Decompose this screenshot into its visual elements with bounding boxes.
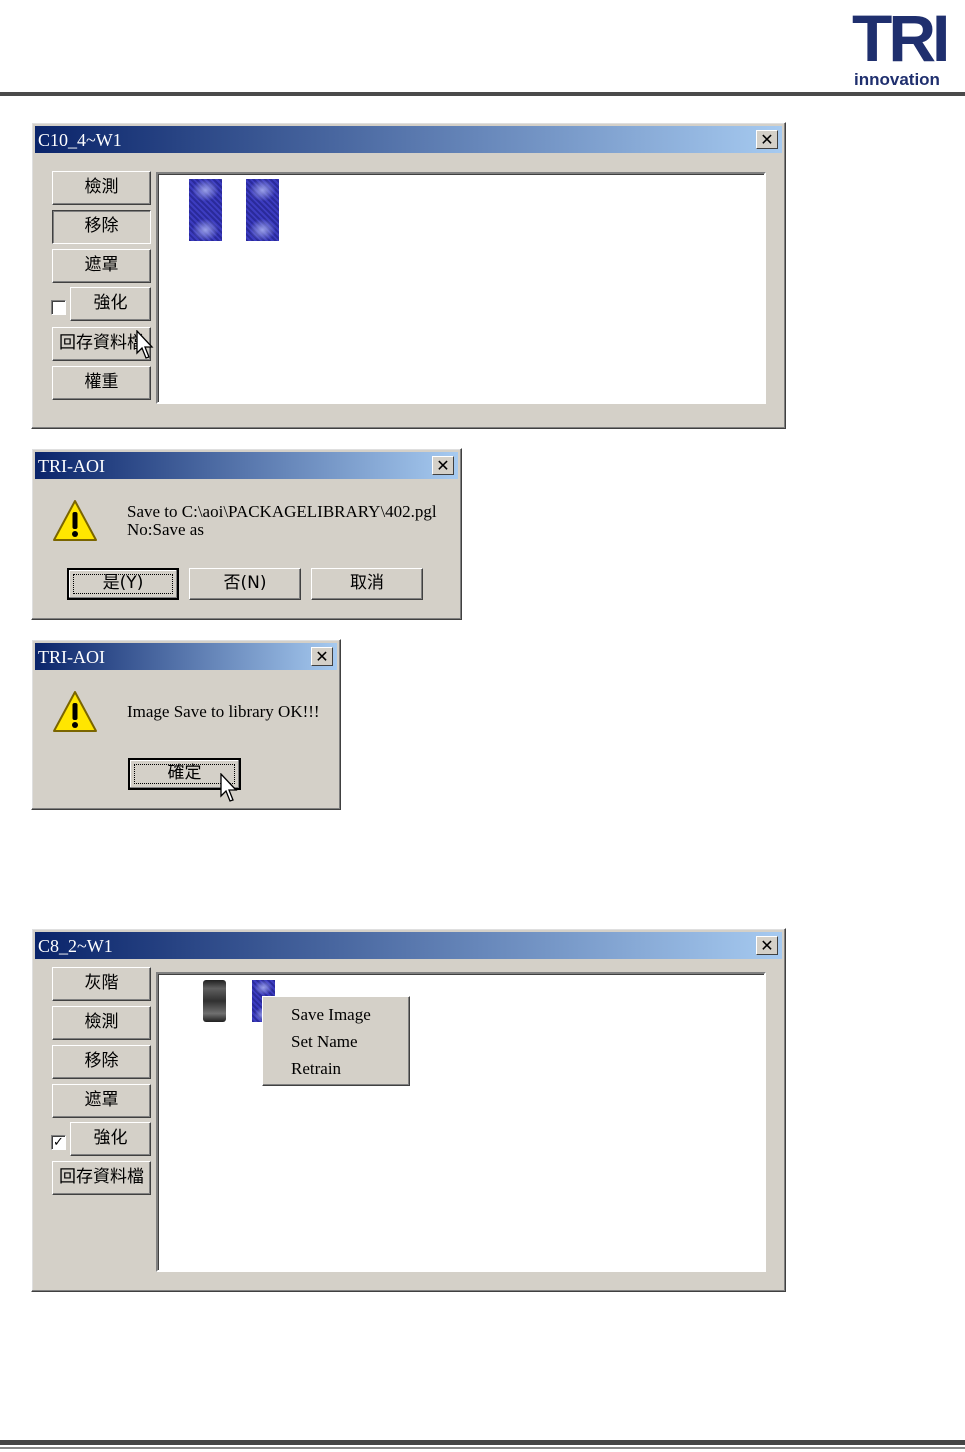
image-thumbnail[interactable]: [246, 179, 279, 241]
yes-button[interactable]: 是(Y): [67, 568, 179, 600]
weight-button[interactable]: 權重: [52, 366, 151, 400]
window-title: C10_4~W1: [38, 130, 122, 150]
save-to-file-button[interactable]: 回存資料檔: [52, 1161, 151, 1195]
warning-icon: [53, 500, 97, 541]
window-title: C8_2~W1: [38, 936, 113, 956]
image-thumbnail[interactable]: [189, 179, 222, 241]
close-button[interactable]: ✕: [756, 936, 778, 955]
image-panel[interactable]: [156, 172, 766, 404]
title-bar[interactable]: C8_2~W1 ✕: [35, 932, 782, 959]
remove-button[interactable]: 移除: [52, 210, 151, 244]
logo-tagline: innovation: [854, 70, 940, 89]
title-bar[interactable]: TRI-AOI ✕: [35, 452, 458, 479]
dialog-save-confirm: TRI-AOI ✕ Save to C:\aoi\PACKAGELIBRARY\…: [31, 448, 462, 620]
mouse-pointer-icon: [136, 330, 154, 359]
enhance-checkbox[interactable]: [51, 300, 66, 315]
dialog-title: TRI-AOI: [38, 647, 105, 667]
dialog-save-ok: TRI-AOI ✕ Image Save to library OK!!! 確定: [31, 639, 341, 810]
dialog-message-line1: Save to C:\aoi\PACKAGELIBRARY\402.pgl: [127, 502, 437, 521]
dialog-message: Image Save to library OK!!!: [127, 702, 320, 721]
close-button[interactable]: ✕: [432, 456, 454, 475]
mouse-pointer-icon: [220, 773, 238, 802]
enhance-checkbox[interactable]: ✓: [51, 1135, 66, 1150]
no-button[interactable]: 否(N): [189, 568, 301, 600]
title-bar[interactable]: TRI-AOI ✕: [35, 643, 337, 670]
mask-button[interactable]: 遮罩: [52, 249, 151, 283]
tri-innovation-logo: TRI innovation: [848, 1, 963, 90]
image-thumbnail[interactable]: [203, 980, 226, 1022]
dialog-title: TRI-AOI: [38, 456, 105, 476]
image-panel[interactable]: [156, 972, 766, 1272]
window-c10-4-w1: C10_4~W1 ✕ 檢測 移除 遮罩 強化 回存資料檔 權重: [31, 122, 786, 429]
footer-rule-thin: [0, 1447, 965, 1449]
dialog-message-line2: No:Save as: [127, 520, 204, 539]
title-bar[interactable]: C10_4~W1 ✕: [35, 126, 782, 153]
detect-button[interactable]: 檢測: [52, 1006, 151, 1040]
menu-item-set-name[interactable]: Set Name: [291, 1032, 358, 1052]
mask-button[interactable]: 遮罩: [52, 1084, 151, 1118]
close-button[interactable]: ✕: [311, 647, 333, 666]
footer-rule: [0, 1440, 965, 1445]
remove-button[interactable]: 移除: [52, 1045, 151, 1079]
header-rule: [0, 92, 965, 96]
cancel-button[interactable]: 取消: [311, 568, 423, 600]
warning-icon: [53, 691, 97, 732]
window-c8-2-w1: C8_2~W1 ✕ 灰階 檢測 移除 遮罩 ✓ 強化 回存資料檔 Save Im…: [31, 928, 786, 1292]
menu-item-save-image[interactable]: Save Image: [291, 1005, 371, 1025]
grayscale-button[interactable]: 灰階: [52, 967, 151, 1001]
close-button[interactable]: ✕: [756, 130, 778, 149]
context-menu: Save Image Set Name Retrain: [262, 996, 410, 1086]
menu-item-retrain[interactable]: Retrain: [291, 1059, 341, 1079]
logo-brand: TRI: [852, 1, 950, 75]
enhance-button[interactable]: 強化: [70, 287, 151, 321]
enhance-button[interactable]: 強化: [70, 1122, 151, 1156]
detect-button[interactable]: 檢測: [52, 171, 151, 205]
